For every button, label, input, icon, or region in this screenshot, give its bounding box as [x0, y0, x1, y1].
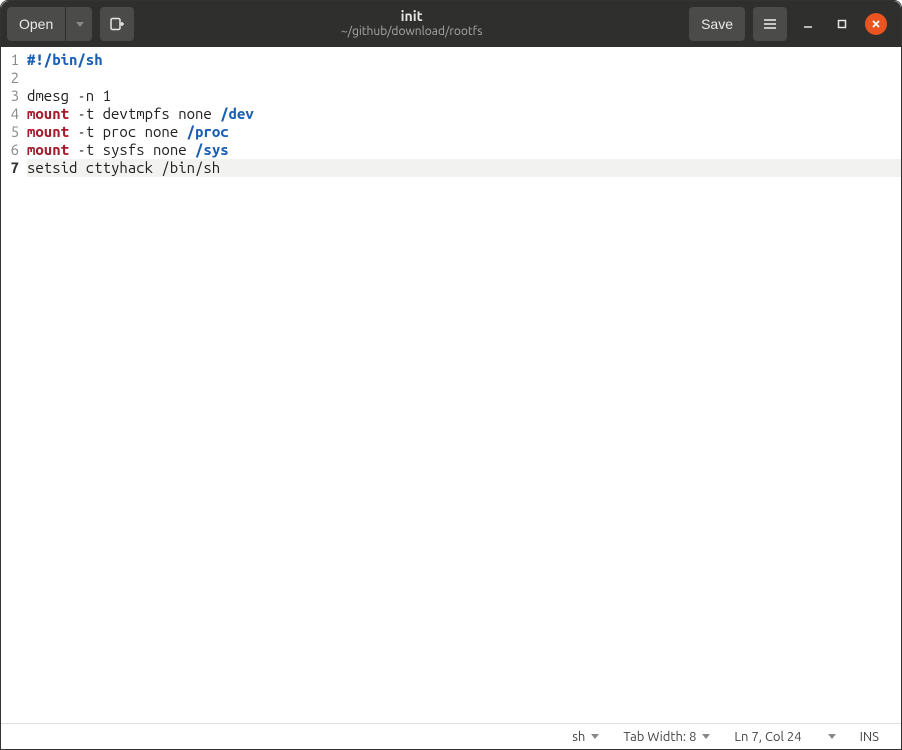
code-token: -t sysfs none — [69, 141, 195, 158]
chevron-down-icon — [702, 734, 710, 739]
statusbar: sh Tab Width: 8 Ln 7, Col 24 INS — [1, 723, 901, 749]
code-line[interactable]: setsid cttyhack /bin/sh — [27, 159, 901, 177]
maximize-icon — [836, 18, 848, 30]
line-number: 3 — [5, 87, 19, 105]
line-number-gutter: 1234567 — [1, 47, 23, 723]
code-line[interactable]: mount -t proc none /proc — [27, 123, 901, 141]
line-number: 2 — [5, 69, 19, 87]
code-token: mount — [27, 141, 69, 158]
new-tab-icon — [109, 16, 125, 32]
close-button[interactable] — [865, 13, 887, 35]
code-token: /sys — [195, 141, 229, 158]
new-tab-button[interactable] — [100, 7, 134, 41]
code-token: dmesg -n 1 — [27, 87, 111, 104]
save-button[interactable]: Save — [689, 7, 745, 41]
code-token: mount — [27, 123, 69, 140]
code-line[interactable]: mount -t sysfs none /sys — [27, 141, 901, 159]
hamburger-menu-button[interactable] — [753, 7, 787, 41]
code-token: -t devtmpfs none — [69, 105, 220, 122]
language-selector[interactable]: sh — [564, 730, 607, 744]
window-controls — [797, 13, 887, 35]
code-line[interactable]: #!/bin/sh — [27, 51, 901, 69]
code-token: /dev — [220, 105, 254, 122]
language-label: sh — [572, 730, 585, 744]
goto-line-dropdown[interactable] — [818, 734, 844, 739]
insert-mode[interactable]: INS — [852, 730, 887, 744]
document-title: init — [136, 8, 687, 25]
code-line[interactable]: mount -t devtmpfs none /dev — [27, 105, 901, 123]
close-icon — [870, 18, 882, 30]
document-path: ~/github/download/rootfs — [136, 25, 687, 39]
line-number: 1 — [5, 51, 19, 69]
code-line[interactable]: dmesg -n 1 — [27, 87, 901, 105]
titlebar: Open init ~/github/download/rootfs Save — [1, 1, 901, 47]
hamburger-icon — [762, 16, 778, 32]
minimize-button[interactable] — [797, 13, 819, 35]
editor-area[interactable]: 1234567 #!/bin/shdmesg -n 1mount -t devt… — [1, 47, 901, 723]
open-button[interactable]: Open — [7, 7, 65, 41]
line-number: 7 — [5, 159, 19, 177]
code-line[interactable] — [27, 69, 901, 87]
chevron-down-icon — [76, 22, 84, 27]
chevron-down-icon — [591, 734, 599, 739]
cursor-position[interactable]: Ln 7, Col 24 — [726, 730, 809, 744]
open-recent-dropdown[interactable] — [66, 7, 92, 41]
code-token: -t proc none — [69, 123, 187, 140]
maximize-button[interactable] — [831, 13, 853, 35]
chevron-down-icon — [828, 734, 836, 739]
line-number: 6 — [5, 141, 19, 159]
line-number: 4 — [5, 105, 19, 123]
code-token: #!/bin/sh — [27, 51, 103, 68]
cursor-position-label: Ln 7, Col 24 — [734, 730, 801, 744]
code-content[interactable]: #!/bin/shdmesg -n 1mount -t devtmpfs non… — [23, 47, 901, 723]
open-button-group: Open — [7, 7, 92, 41]
tab-width-label: Tab Width: 8 — [623, 730, 696, 744]
window-title: init ~/github/download/rootfs — [136, 8, 687, 39]
line-number: 5 — [5, 123, 19, 141]
tab-width-selector[interactable]: Tab Width: 8 — [615, 730, 718, 744]
minimize-icon — [802, 18, 814, 30]
code-token: setsid cttyhack /bin/sh — [27, 159, 220, 176]
code-token: mount — [27, 105, 69, 122]
code-token: /proc — [187, 123, 229, 140]
insert-mode-label: INS — [860, 730, 879, 744]
